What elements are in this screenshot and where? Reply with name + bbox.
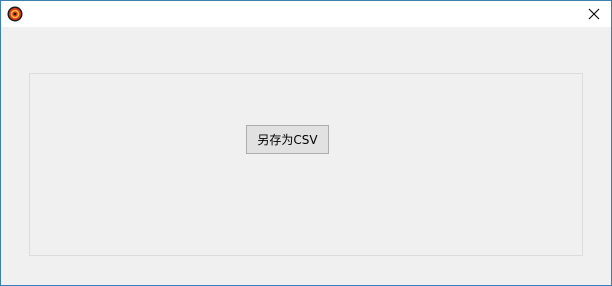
close-button[interactable] [577, 1, 611, 27]
save-as-csv-button[interactable]: 另存为CSV [246, 125, 329, 154]
app-target-icon [7, 6, 23, 22]
group-box [29, 73, 583, 256]
close-icon [588, 8, 600, 20]
title-bar[interactable] [1, 1, 611, 27]
main-window: 另存为CSV [0, 0, 612, 286]
